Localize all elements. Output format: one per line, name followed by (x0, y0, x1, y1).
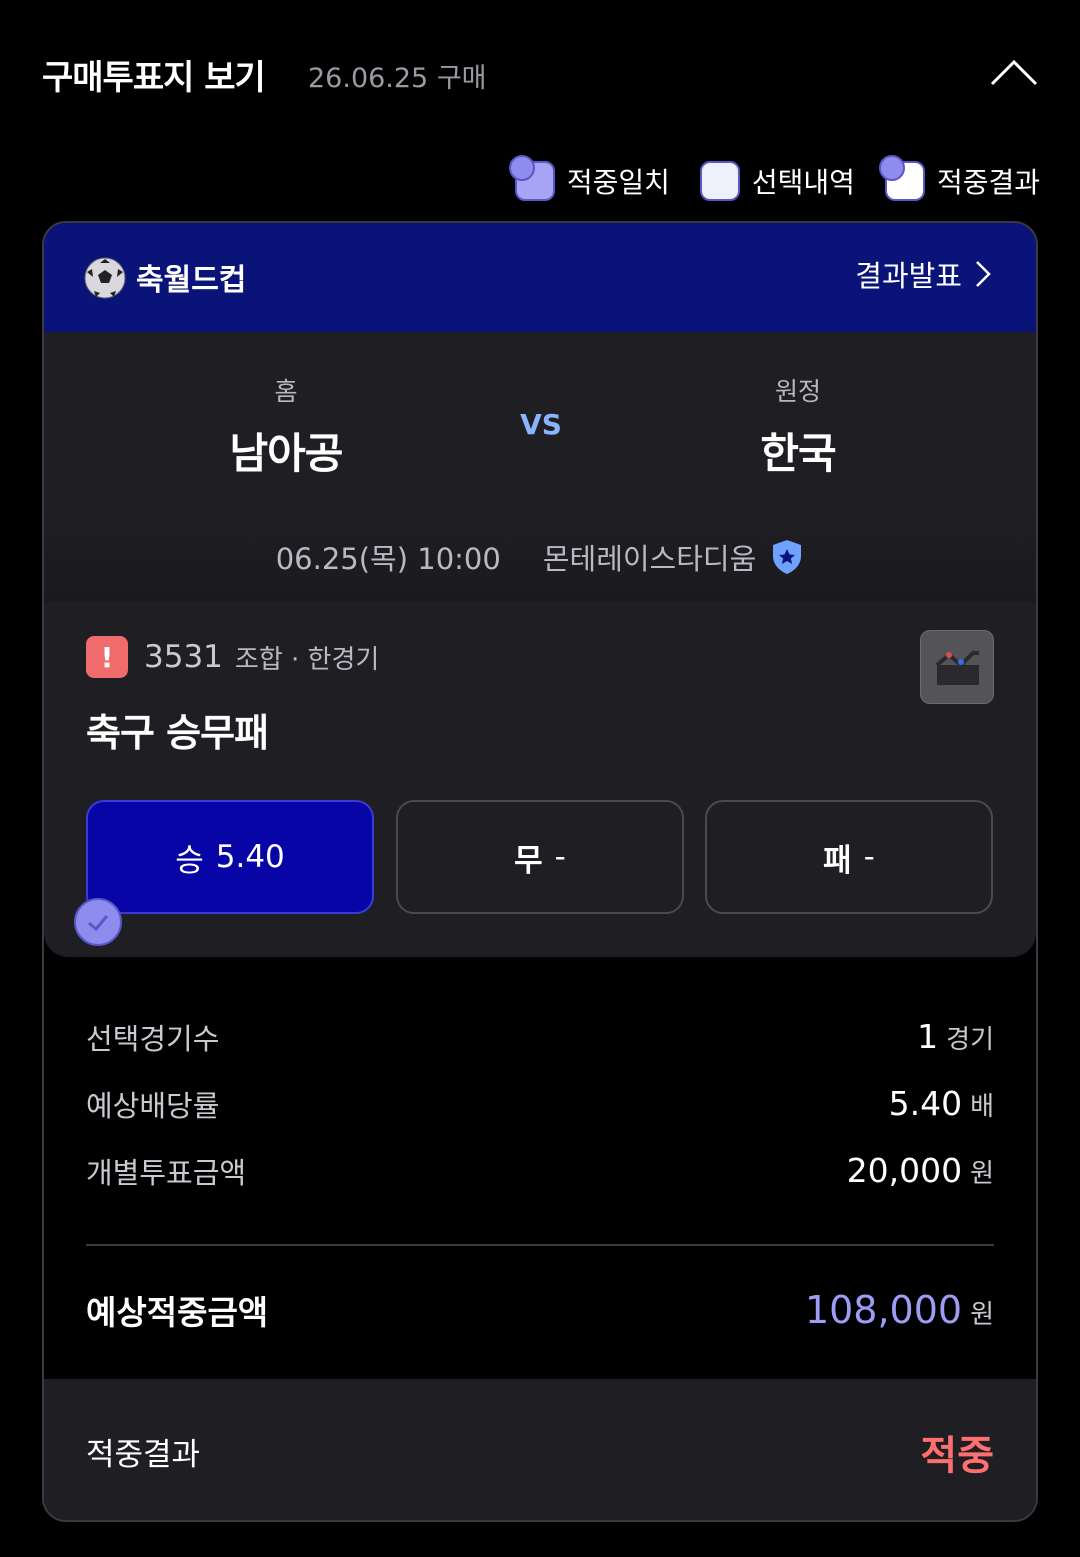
odds-value: 5.40 (215, 839, 285, 875)
venue: 몬테레이스타디움 (543, 536, 804, 578)
odds-win-button[interactable]: 승 5.40 (86, 800, 374, 914)
page-title: 구매투표지 보기 (42, 58, 266, 98)
summary-unit: 원 (970, 1159, 994, 1189)
home-team-name: 남아공 (229, 429, 344, 478)
divider (86, 1244, 994, 1246)
legend-label: 적중일치 (566, 166, 670, 199)
alert-icon: ! (86, 636, 128, 678)
result-label: 적중결과 (86, 1437, 201, 1473)
result-link-label: 결과발표 (855, 259, 962, 293)
odds-lose-button[interactable]: 패 - (705, 800, 993, 914)
summary-row-expected: 예상적중금액 108,000 원 (86, 1276, 994, 1343)
purchase-date: 26.06.25 구매 (308, 63, 487, 94)
summary-row-rate: 예상배당률 5.40 배 (86, 1070, 994, 1137)
chevron-up-icon (990, 59, 1038, 86)
match-info: 06.25(목) 10:00 몬테레이스타디움 (44, 512, 1036, 602)
venue-shield-icon (773, 540, 802, 574)
chart-icon (935, 651, 979, 685)
check-icon (878, 155, 905, 181)
summary-value: 20,000 (846, 1151, 963, 1190)
game-number-row: ! 3531 조합 · 한경기 (86, 636, 379, 678)
summary-row-count: 선택경기수 1 경기 (86, 1003, 994, 1070)
vs-label: VS (520, 408, 562, 441)
odds-label: 무 (514, 842, 543, 879)
home-team: 홈 남아공 (156, 372, 416, 481)
legend-item-result: 적중결과 (878, 155, 1040, 201)
hit-result-row: 적중결과 적중 (44, 1379, 1036, 1520)
summary-value: 5.40 (888, 1084, 963, 1123)
page-header: 구매투표지 보기 26.06.25 구매 (42, 40, 1042, 110)
legend-item-match: 적중일치 (508, 155, 670, 201)
stats-chart-button[interactable] (920, 630, 994, 704)
summary-label: 예상적중금액 (86, 1292, 269, 1332)
odds-value: - (863, 839, 875, 875)
summary-unit: 원 (970, 1299, 994, 1330)
chevron-right-icon (976, 261, 991, 287)
league-name: 축월드컵 (136, 263, 247, 298)
home-label: 홈 (274, 377, 298, 406)
bet-title: 축구 승무패 (86, 711, 269, 755)
legend-label: 적중결과 (936, 166, 1040, 199)
check-icon (508, 155, 535, 181)
away-team: 원정 한국 (668, 372, 928, 481)
match-datetime: 06.25(목) 10:00 (275, 542, 501, 576)
away-label: 원정 (774, 377, 821, 406)
result-value: 적중 (920, 1432, 994, 1479)
odds-draw-button[interactable]: 무 - (396, 800, 684, 914)
match-swatch (508, 155, 555, 201)
select-swatch (699, 161, 740, 201)
legend: 적중일치 선택내역 적중결과 (508, 155, 1040, 206)
legend-label: 선택내역 (751, 166, 855, 199)
match-area: 홈 남아공 VS 원정 한국 06.25(목) 10:00 몬테레이스타디움 !… (44, 332, 1036, 957)
summary-label: 예상배당률 (86, 1088, 220, 1123)
game-type: 조합 · 한경기 (234, 644, 380, 675)
odds-value: - (554, 839, 566, 875)
game-number: 3531 (144, 639, 223, 675)
soccer-ball-icon (84, 257, 126, 299)
away-team-name: 한국 (760, 429, 836, 478)
ticket-card: 축월드컵 결과발표 홈 남아공 VS 원정 한국 06.25(목) 10:00 … (42, 221, 1038, 1522)
odds-label: 패 (823, 842, 852, 879)
summary-row-amount: 개별투표금액 20,000 원 (86, 1137, 994, 1204)
legend-item-select: 선택내역 (699, 161, 855, 201)
summary-label: 개별투표금액 (86, 1155, 247, 1190)
card-header: 축월드컵 결과발표 (44, 223, 1036, 332)
bet-summary: 선택경기수 1 경기 예상배당률 5.40 배 개별투표금액 20,000 원 예상적… (86, 1003, 994, 1343)
summary-unit: 경기 (946, 1025, 994, 1055)
summary-label: 선택경기수 (86, 1021, 220, 1056)
result-announcement-link[interactable]: 결과발표 (855, 253, 992, 295)
collapse-button[interactable] (986, 48, 1042, 94)
expected-amount: 108,000 (804, 1287, 963, 1332)
venue-name: 몬테레이스타디움 (542, 542, 757, 576)
summary-unit: 배 (970, 1092, 994, 1122)
summary-value: 1 (917, 1017, 939, 1056)
odds-label: 승 (175, 842, 204, 879)
selected-check-icon (74, 898, 122, 946)
result-swatch (878, 155, 925, 201)
